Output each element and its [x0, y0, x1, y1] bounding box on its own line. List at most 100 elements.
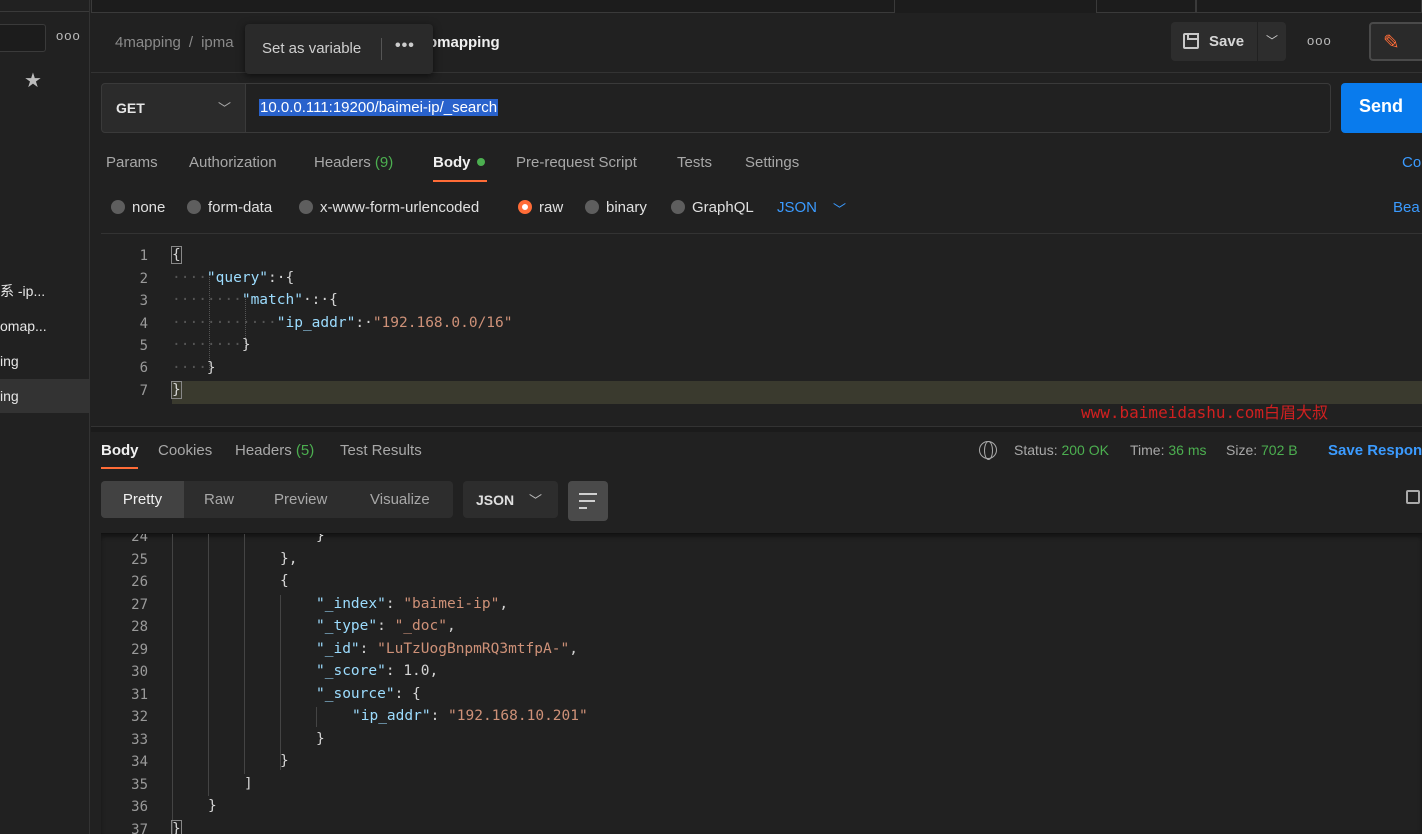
- save-response-button[interactable]: Save Respon: [1328, 442, 1422, 459]
- chevron-down-icon: ﹀: [529, 493, 543, 508]
- tab-segment[interactable]: [91, 0, 895, 13]
- beautify-link[interactable]: Bea: [1393, 199, 1420, 216]
- more-icon[interactable]: •••: [395, 37, 415, 55]
- line-number: 1: [139, 248, 148, 264]
- radio-circle[interactable]: [187, 200, 201, 215]
- globe-icon[interactable]: [979, 441, 997, 460]
- breadcrumb-folder[interactable]: ipma: [201, 34, 234, 51]
- line-number: 27: [131, 597, 148, 613]
- cookies-link[interactable]: Co: [1402, 154, 1421, 171]
- time-value[interactable]: 36 ms: [1168, 442, 1206, 458]
- sidebar: ooo ★ 系 -ip... omap... ing ing: [0, 0, 90, 834]
- tab-pre-request-script[interactable]: Pre-request Script: [516, 154, 637, 171]
- indent-guide: [280, 595, 281, 770]
- breadcrumb-collection[interactable]: 4mapping: [115, 34, 181, 51]
- tab-segment[interactable]: [1196, 0, 1422, 13]
- line-number: 31: [131, 687, 148, 703]
- wrap-icon: [579, 500, 595, 502]
- radio-label: binary: [606, 199, 647, 216]
- radio-circle[interactable]: [299, 200, 313, 215]
- sidebar-item[interactable]: omap...: [0, 309, 89, 343]
- line-number: 5: [139, 338, 148, 354]
- request-header: 4mapping / ipma pmapping Set as variable •…: [91, 13, 1422, 74]
- radio-graphql[interactable]: GraphQL: [671, 199, 754, 216]
- line-number: 33: [131, 732, 148, 748]
- resp-type-value: "_doc": [394, 618, 447, 634]
- line-number: 4: [139, 316, 148, 332]
- more-options-icon[interactable]: ooo: [1307, 33, 1332, 48]
- url-text[interactable]: 10.0.0.111:19200/baimei-ip/_search: [259, 99, 499, 116]
- size-value[interactable]: 702 B: [1261, 442, 1298, 458]
- radio-raw[interactable]: raw: [518, 199, 563, 216]
- sidebar-search-input[interactable]: [0, 24, 46, 52]
- radio-form-data[interactable]: form-data: [187, 199, 272, 216]
- code-line: "_id": "LuTzUogBnpmRQ3mtfpA-",: [316, 641, 578, 657]
- radio-x-www-form-urlencoded[interactable]: x-www-form-urlencoded: [299, 199, 479, 216]
- pane-splitter[interactable]: [91, 426, 1422, 432]
- set-as-variable-button[interactable]: Set as variable: [262, 40, 361, 57]
- code-line: "_type": "_doc",: [316, 618, 456, 634]
- copy-icon[interactable]: [1406, 490, 1420, 504]
- status-value[interactable]: 200 OK: [1061, 442, 1108, 458]
- line-number: 29: [131, 642, 148, 658]
- tab-authorization[interactable]: Authorization: [189, 154, 277, 171]
- tab-label: Test Results: [340, 442, 422, 459]
- code-line: }: [280, 753, 289, 769]
- query-ip-value: "192.168.0.0/16": [372, 315, 513, 331]
- method-select[interactable]: GET ﹀: [101, 83, 246, 133]
- code-line: }: [208, 798, 217, 814]
- radio-circle[interactable]: [111, 200, 125, 215]
- sidebar-item[interactable]: ing: [0, 344, 89, 378]
- response-format-select[interactable]: JSON ﹀: [463, 481, 558, 518]
- radio-circle[interactable]: [585, 200, 599, 215]
- view-visualize[interactable]: Visualize: [370, 481, 430, 518]
- resp-score-value: 1.0: [403, 663, 430, 679]
- url-input[interactable]: 10.0.0.111:19200/baimei-ip/_search: [246, 83, 1331, 133]
- send-button[interactable]: Send: [1341, 83, 1422, 133]
- view-pretty[interactable]: Pretty: [101, 481, 184, 518]
- code-line: ········"match"·:·{: [172, 292, 338, 308]
- resp-tab-body[interactable]: Body: [101, 442, 139, 459]
- radio-circle-selected[interactable]: [518, 200, 532, 215]
- view-mode-segmented: Pretty Raw Preview Visualize: [101, 481, 453, 518]
- tab-strip: [91, 0, 1422, 13]
- wrap-lines-button[interactable]: [568, 481, 608, 521]
- radio-none[interactable]: none: [111, 199, 165, 216]
- radio-circle[interactable]: [671, 200, 685, 215]
- resp-tab-headers[interactable]: Headers (5): [235, 442, 314, 459]
- tab-label: Body: [433, 154, 471, 171]
- response-body[interactable]: 24 25 26 27 28 29 30 31 32 33 34 35 36 3…: [101, 533, 1422, 834]
- request-name[interactable]: pmapping: [428, 34, 500, 51]
- star-icon[interactable]: ★: [24, 68, 42, 93]
- resp-tab-test-results[interactable]: Test Results: [340, 442, 422, 459]
- edit-button[interactable]: ✎: [1369, 22, 1422, 61]
- pencil-icon: ✎: [1383, 32, 1400, 54]
- language-select[interactable]: JSON: [777, 199, 817, 216]
- set-variable-popup: Set as variable •••: [245, 24, 433, 74]
- line-number: 7: [139, 383, 148, 399]
- code-line: },: [280, 551, 298, 567]
- sidebar-item[interactable]: 系 -ip...: [0, 274, 89, 308]
- tab-tests[interactable]: Tests: [677, 154, 712, 171]
- tab-label: Pre-request Script: [516, 154, 637, 171]
- save-button[interactable]: Save ﹀: [1171, 22, 1286, 61]
- chevron-down-icon[interactable]: ﹀: [833, 199, 846, 218]
- tab-headers[interactable]: Headers (9): [314, 154, 393, 171]
- tab-segment[interactable]: [1096, 0, 1196, 13]
- tab-settings[interactable]: Settings: [745, 154, 799, 171]
- radio-binary[interactable]: binary: [585, 199, 647, 216]
- resp-tab-cookies[interactable]: Cookies: [158, 442, 212, 459]
- sidebar-item-active[interactable]: ing: [0, 379, 89, 413]
- size-readout: Size: 702 B: [1226, 442, 1298, 458]
- tab-params[interactable]: Params: [106, 154, 158, 171]
- chevron-down-icon[interactable]: ﹀: [1257, 22, 1286, 61]
- view-preview[interactable]: Preview: [274, 481, 327, 518]
- line-number: 35: [131, 777, 148, 793]
- request-body-editor[interactable]: 1 2 3 4 5 6 7 { ····"query":·{ ········"…: [101, 233, 1422, 423]
- line-number: 36: [131, 799, 148, 815]
- sidebar-more-icon[interactable]: ooo: [56, 28, 81, 43]
- code-line: }: [316, 533, 325, 544]
- view-raw[interactable]: Raw: [204, 481, 234, 518]
- tab-body[interactable]: Body: [433, 154, 485, 171]
- tab-label: Body: [101, 442, 139, 459]
